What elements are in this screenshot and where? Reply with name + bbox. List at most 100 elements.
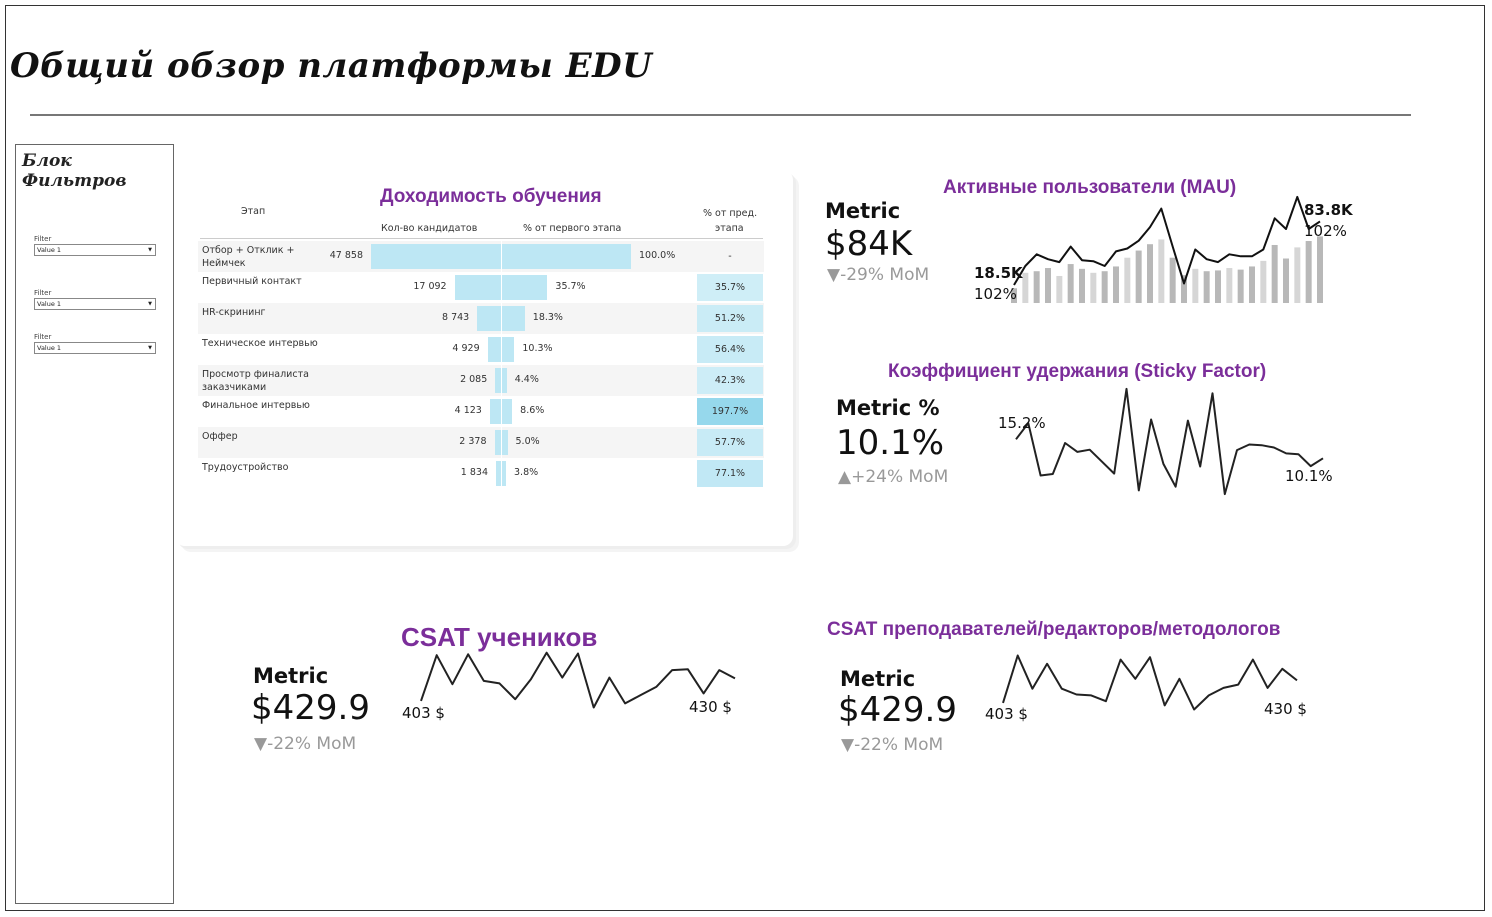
funnel-count: 8 743 [442, 312, 470, 323]
csat-teachers-start-label: 403 $ [985, 705, 1028, 723]
funnel-pct-first: 18.3% [532, 312, 563, 323]
filter-select[interactable]: Value 1 ▼ [34, 342, 156, 354]
filter-label: Filter [34, 333, 52, 341]
mau-bar [1169, 257, 1176, 303]
csat-students-metric-value: $429.9 [251, 688, 370, 728]
mau-bar [1203, 271, 1210, 303]
funnel-pct-prev: 35.7% [697, 274, 763, 301]
mau-bar [1067, 264, 1074, 303]
filter-select[interactable]: Value 1 ▼ [34, 244, 156, 256]
mau-bar [1237, 269, 1244, 303]
sticky-metric-value: 10.1% [836, 423, 945, 463]
funnel-pct-first: 3.8% [514, 467, 539, 478]
mau-bar [1249, 266, 1255, 303]
mau-bar [1226, 268, 1233, 303]
mau-bar [1305, 241, 1312, 303]
csat-teachers-metric-delta: ▼-22% MoM [841, 735, 944, 755]
mau-bar [1147, 244, 1153, 303]
filter-3: Filter Value 1 ▼ [34, 333, 156, 354]
funnel-count: 47 858 [329, 250, 363, 261]
csat-students-start-label: 403 $ [402, 704, 445, 722]
mau-end-pct: 102% [1304, 222, 1347, 240]
funnel-header-rule [200, 238, 763, 239]
funnel-stage: Финальное интервью [202, 400, 310, 411]
sticky-start-label: 15.2% [998, 414, 1046, 432]
funnel-header-stage: Этап [241, 206, 266, 217]
funnel-stage: Первичный контакт [202, 276, 302, 287]
funnel-stage: Трудоустройство [202, 462, 289, 473]
funnel-stage: HR-скрининг [202, 307, 266, 318]
funnel-pct-prev: 56.4% [697, 336, 763, 363]
mau-bar [1124, 257, 1131, 303]
filter-value: Value 1 [37, 344, 62, 352]
csat-teachers-metric-value: $429.9 [838, 690, 957, 730]
csat-students-metric-label: Metric [253, 664, 329, 688]
funnel-pct-prev: 197.7% [697, 398, 763, 425]
mau-metric-value: $84K [825, 224, 913, 264]
funnel-pct-first: 10.3% [522, 343, 553, 354]
sticky-end-label: 10.1% [1285, 467, 1333, 485]
csat-teachers-metric-label: Metric [840, 667, 916, 691]
funnel-header-count: Кол-во кандидатов [381, 223, 478, 234]
mau-bar [1283, 258, 1289, 303]
dropdown-arrow-icon: ▼ [148, 345, 152, 351]
mau-bar [1113, 266, 1119, 303]
funnel-row: Трудоустройство 1 834 3.8% 77.1% [198, 458, 764, 489]
funnel-row: HR-скрининг 8 743 18.3% 51.2% [198, 303, 764, 334]
sticky-chart [1015, 387, 1324, 496]
funnel-pct-first: 4.4% [514, 374, 539, 385]
funnel-pct-first: 100.0% [639, 250, 676, 261]
sticky-line [1015, 387, 1324, 496]
csat-teachers-end-label: 430 $ [1264, 700, 1307, 718]
csat-teachers-line [1002, 654, 1298, 711]
csat-students-metric-delta: ▼-22% MoM [254, 734, 357, 754]
mau-bar [1022, 272, 1029, 303]
mau-bar [1260, 260, 1267, 303]
sticky-metric-label: Metric % [836, 396, 940, 420]
funnel-count: 17 092 [413, 281, 447, 292]
funnel-row: Отбор + Отклик + Неймчек 47 858 100.0% - [198, 241, 764, 272]
mau-metric-delta: ▼-29% MoM [827, 265, 930, 285]
funnel-row: Просмотр финалиста заказчиками 2 085 4.4% 4… [198, 365, 764, 396]
filter-panel-title: Блок Фильтров [22, 151, 127, 191]
funnel-header-pct-prev: % от пред. [703, 208, 758, 219]
mau-bar [1090, 272, 1097, 303]
mau-bar [1158, 239, 1165, 303]
filter-1: Filter Value 1 ▼ [34, 235, 156, 256]
filter-label: Filter [34, 235, 52, 243]
page-title: Общий обзор платформы EDU [10, 46, 653, 86]
csat-students-end-label: 430 $ [689, 698, 732, 716]
mau-bar [1033, 271, 1040, 303]
funnel-header-pct-prev-2: этапа [715, 223, 744, 234]
filter-value: Value 1 [37, 300, 62, 308]
funnel-pct-prev: 77.1% [697, 460, 763, 487]
funnel-count: 4 123 [454, 405, 482, 416]
funnel-stage: Просмотр финалиста заказчиками [202, 369, 309, 393]
filter-value: Value 1 [37, 246, 62, 254]
funnel-pct-first: 8.6% [520, 405, 545, 416]
funnel-stage: Техническое интервью [202, 338, 318, 349]
funnel-stage: Оффер [202, 431, 238, 442]
funnel-row: Первичный контакт 17 092 35.7% 35.7% [198, 272, 764, 303]
mau-bar [1101, 271, 1108, 303]
mau-bar [1215, 270, 1221, 303]
funnel-count: 4 929 [452, 343, 480, 354]
mau-start-value: 18.5K [974, 264, 1023, 282]
sticky-metric-delta: ▲+24% MoM [838, 467, 949, 487]
funnel-pct-first: 5.0% [515, 436, 540, 447]
mau-metric-label: Metric [825, 199, 901, 223]
filter-select[interactable]: Value 1 ▼ [34, 298, 156, 310]
funnel-pct-prev: 51.2% [697, 305, 763, 332]
funnel-pct-first: 35.7% [555, 281, 586, 292]
funnel-title: Доходимость обучения [380, 186, 602, 207]
mau-chart [1011, 195, 1323, 303]
csat-teachers-title: CSAT преподавателей/редакторов/методолог… [827, 619, 1281, 640]
mau-bar [1056, 275, 1063, 303]
title-divider [30, 114, 1411, 116]
mau-bar [1294, 247, 1301, 303]
funnel-row: Оффер 2 378 5.0% 57.7% [198, 427, 764, 458]
funnel-header-pct-first: % от первого этапа [523, 223, 622, 234]
mau-bar [1079, 268, 1085, 303]
funnel-count: 1 834 [460, 467, 488, 478]
funnel-count: 2 085 [460, 374, 488, 385]
